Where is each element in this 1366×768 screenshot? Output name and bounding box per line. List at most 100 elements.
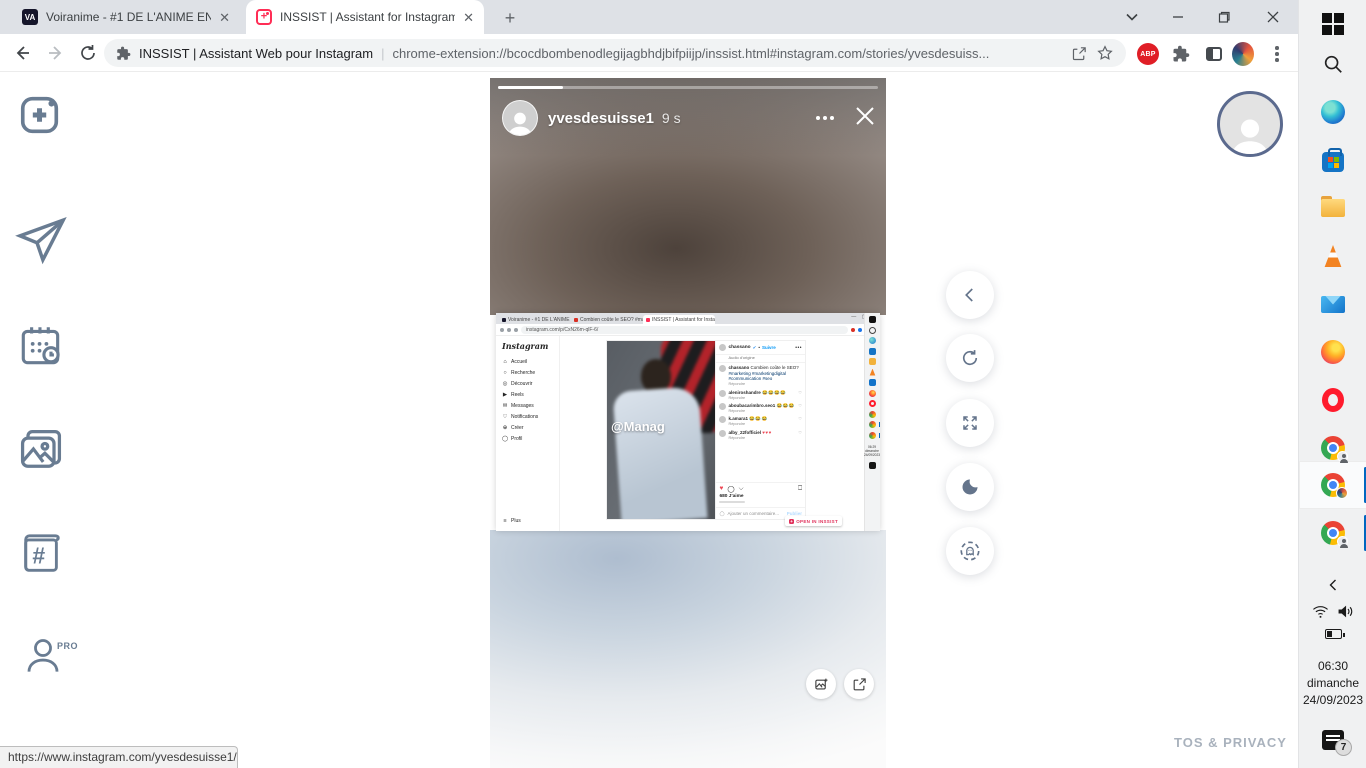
tab-close-icon[interactable]: ✕ xyxy=(463,11,474,24)
mini-chrome-icon xyxy=(869,411,876,418)
window-minimize-button[interactable] xyxy=(1155,0,1201,34)
extensions-puzzle-icon[interactable] xyxy=(1170,43,1192,65)
vlc-icon[interactable] xyxy=(1299,232,1366,280)
photo-overlay-text: @Manag xyxy=(611,419,665,434)
comment-like-icon[interactable]: ♡ xyxy=(798,390,802,395)
extension-puzzle-icon xyxy=(116,46,131,61)
file-explorer-icon[interactable] xyxy=(1299,184,1366,232)
bookmark-star-icon[interactable] xyxy=(1096,44,1114,62)
story-username[interactable]: yvesdesuisse1 xyxy=(548,110,654,127)
menu-kebab-icon[interactable] xyxy=(1266,43,1288,65)
more-menu-icon: ≡ xyxy=(502,516,508,527)
scheduler-calendar-icon[interactable] xyxy=(16,320,66,377)
inssist-favicon xyxy=(256,9,272,25)
window-close-button[interactable] xyxy=(1249,0,1297,34)
adblock-plus-icon[interactable]: ABP xyxy=(1137,43,1159,65)
comment-row: aleniroshandre 😂😂😂😂Répondre ♡ xyxy=(719,390,802,401)
messages-icon: ✉ xyxy=(502,401,508,412)
back-button[interactable] xyxy=(10,41,34,65)
pro-label: PRO xyxy=(57,641,78,651)
anonymous-ghost-button[interactable] xyxy=(946,527,994,575)
story-options-icon[interactable] xyxy=(816,116,834,120)
side-panel-icon[interactable] xyxy=(1203,43,1225,65)
avatar xyxy=(719,344,726,351)
open-in-inssist-badge[interactable]: + OPEN IN INSSIST xyxy=(785,516,842,526)
story-viewer[interactable]: Voiranime - #1 DE L'ANIME EN Combien coû… xyxy=(490,78,886,768)
post-photo: @Manag xyxy=(607,341,715,519)
post-more-icon[interactable]: ••• xyxy=(795,345,802,351)
comment-like-icon[interactable]: ♡ xyxy=(798,416,802,421)
mini-chrome-icon xyxy=(869,421,876,428)
share-post-icon[interactable]: ⌵ xyxy=(739,485,744,493)
wifi-icon[interactable] xyxy=(1312,604,1329,624)
mini-notif-icon xyxy=(869,462,876,469)
save-icon[interactable]: ⎕ xyxy=(798,485,802,493)
chrome-active-window-icon[interactable] xyxy=(1299,461,1366,509)
microsoft-store-icon[interactable] xyxy=(1299,136,1366,184)
avatar xyxy=(719,430,726,437)
home-icon: ⌂ xyxy=(502,357,508,368)
mini-ig-main: @Manag chassano ✔ • Suivre ••• Au xyxy=(560,336,864,531)
opera-icon[interactable] xyxy=(1299,376,1366,424)
mini-mail-icon xyxy=(869,379,876,386)
story-avatar[interactable] xyxy=(502,100,538,136)
mail-icon[interactable] xyxy=(1299,280,1366,328)
share-icon[interactable] xyxy=(1071,45,1088,62)
tab-inssist[interactable]: INSSIST | Assistant for Instagram ✕ xyxy=(246,0,484,34)
address-bar[interactable]: INSSIST | Assistant Web pour Instagram |… xyxy=(104,39,1126,67)
story-progress-fill xyxy=(498,86,563,89)
firefox-icon[interactable] xyxy=(1299,328,1366,376)
reload-story-button[interactable] xyxy=(946,334,994,382)
profile-avatar[interactable] xyxy=(1232,43,1254,65)
tray-expand-chevron[interactable] xyxy=(1299,578,1366,595)
tos-privacy-link[interactable]: TOS & PRIVACY xyxy=(1174,735,1287,750)
inssist-mini-icon: + xyxy=(789,519,794,524)
browser-toolbar: INSSIST | Assistant Web pour Instagram |… xyxy=(0,34,1298,72)
dark-mode-button[interactable] xyxy=(946,463,994,511)
tab-search-chevron-icon[interactable] xyxy=(1112,0,1152,34)
mini-ig-post: @Manag chassano ✔ • Suivre ••• Au xyxy=(606,340,806,520)
tab-voiranime[interactable]: VA Voiranime - #1 DE L'ANIME EN F ✕ xyxy=(12,0,240,34)
notification-center-icon[interactable]: 7 xyxy=(1299,730,1366,750)
taskbar-search-icon[interactable] xyxy=(1299,40,1366,88)
avatar xyxy=(719,390,726,397)
new-tab-button[interactable]: + xyxy=(498,6,522,30)
reload-button[interactable] xyxy=(76,41,100,65)
fullscreen-button[interactable] xyxy=(946,399,994,447)
comment-row: k.amara1 😂😂😂Répondre ♡ xyxy=(719,416,802,427)
omnibox-separator: | xyxy=(381,46,384,61)
caption-row: chassano Combien coûte le SEO? #marketin… xyxy=(719,365,802,387)
comment-like-icon[interactable]: ♡ xyxy=(798,430,802,435)
avatar xyxy=(719,416,726,423)
comment-icon[interactable]: ◯ xyxy=(727,485,734,493)
story-close-icon[interactable] xyxy=(852,103,878,134)
mini-firefox-icon xyxy=(869,390,876,397)
likes-count[interactable]: 680 J'aime xyxy=(716,494,805,499)
account-avatar[interactable] xyxy=(1217,91,1283,157)
media-gallery-icon[interactable] xyxy=(15,424,67,481)
verified-icon: ✔ xyxy=(753,345,757,351)
story-progress-bar xyxy=(498,86,878,89)
profile-pro-icon[interactable] xyxy=(22,632,64,683)
like-icon[interactable]: ♥ xyxy=(719,485,723,492)
repost-image-icon[interactable] xyxy=(806,669,836,699)
previous-story-button[interactable] xyxy=(946,271,994,319)
chrome-profile2-icon[interactable] xyxy=(1299,509,1366,557)
volume-icon[interactable] xyxy=(1337,604,1354,624)
battery-icon[interactable] xyxy=(1299,629,1366,639)
hashtag-book-icon[interactable]: # xyxy=(19,528,65,583)
direct-messages-icon[interactable] xyxy=(13,212,69,273)
browser-tabstrip: VA Voiranime - #1 DE L'ANIME EN F ✕ INSS… xyxy=(0,0,1298,34)
create-post-icon[interactable] xyxy=(17,92,63,143)
follow-button[interactable]: Suivre xyxy=(762,345,776,350)
window-restore-button[interactable] xyxy=(1201,0,1247,34)
comment-like-icon[interactable]: ♡ xyxy=(798,403,802,408)
emoji-picker-icon[interactable]: ◯ xyxy=(719,511,724,517)
forward-button[interactable] xyxy=(44,41,68,65)
mini-tabstrip: Voiranime - #1 DE L'ANIME EN Combien coû… xyxy=(496,313,880,324)
taskbar-clock[interactable]: 06:30 dimanche 24/09/2023 xyxy=(1299,658,1366,709)
tab-close-icon[interactable]: ✕ xyxy=(219,11,230,24)
mini-taskbar: 06:29 dimanche 24/09/2023 xyxy=(864,313,880,531)
edge-icon[interactable] xyxy=(1299,88,1366,136)
open-external-icon[interactable] xyxy=(844,669,874,699)
